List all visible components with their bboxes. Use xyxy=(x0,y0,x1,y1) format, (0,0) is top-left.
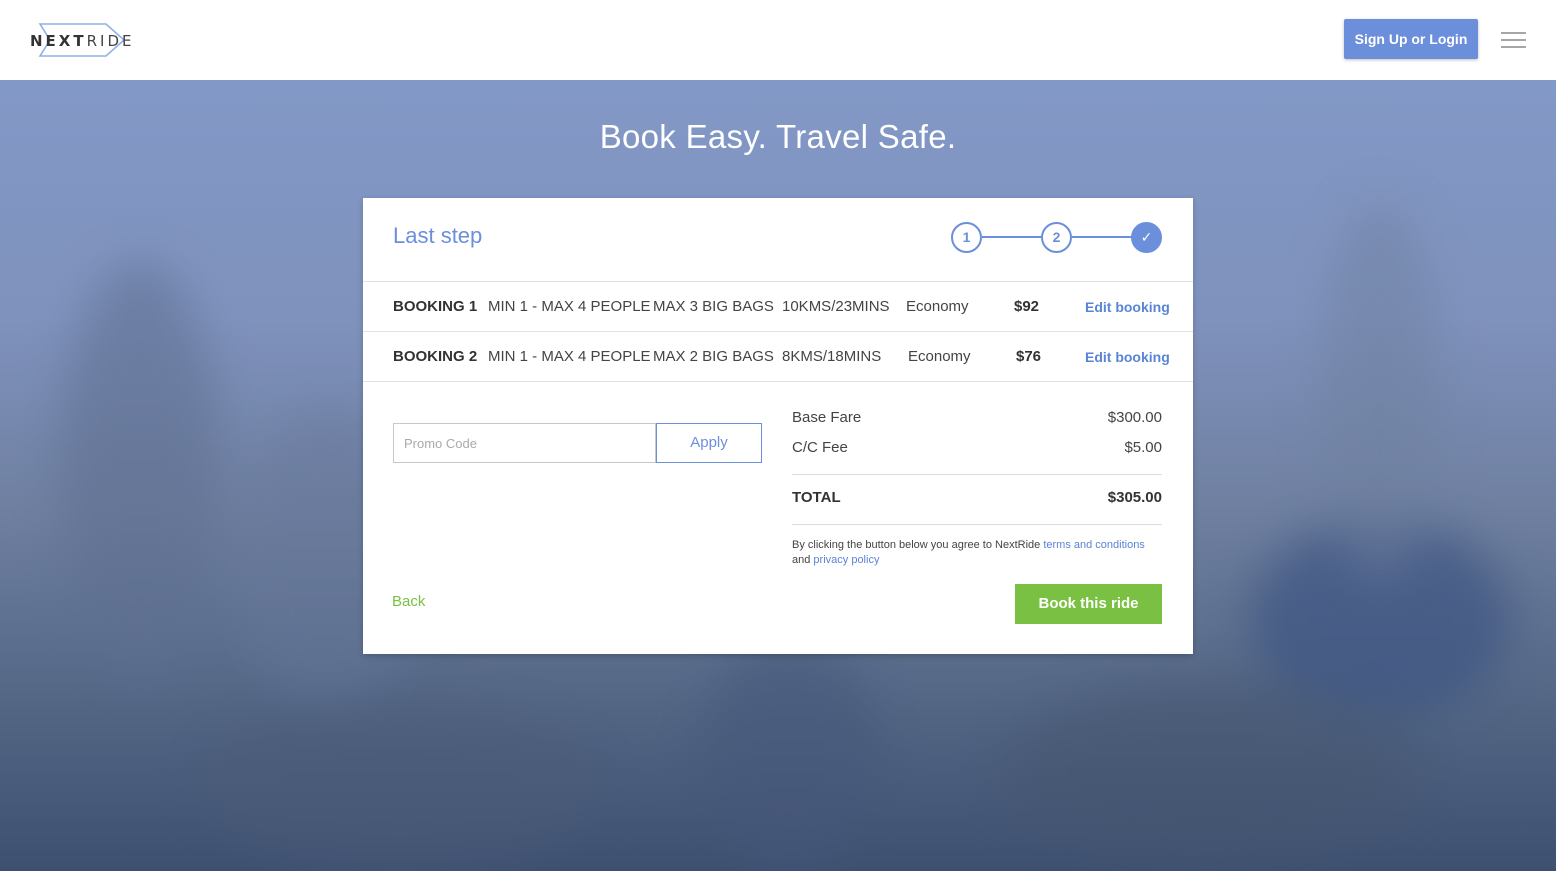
booking-price: $92 xyxy=(1014,298,1040,315)
booking-summary-card: Last step 1 2 ✓ BOOKING 1 MIN 1 - MAX 4 … xyxy=(363,198,1193,654)
total-label: TOTAL xyxy=(792,489,841,506)
step-connector xyxy=(982,236,1042,238)
book-this-ride-button[interactable]: Book this ride xyxy=(1015,584,1162,624)
logo-text-ride: RIDE xyxy=(86,32,135,50)
base-fare-label: Base Fare xyxy=(792,409,862,426)
step-1[interactable]: 1 xyxy=(951,222,982,253)
signup-login-button[interactable]: Sign Up or Login xyxy=(1344,19,1478,59)
terms-and-text: and xyxy=(792,554,814,566)
fare-fee-row: C/C Fee $5.00 xyxy=(792,439,1162,459)
booking-distance: 10KMS/23MINS xyxy=(782,298,890,315)
hamburger-menu-icon[interactable] xyxy=(1501,32,1526,48)
booking-people: MIN 1 - MAX 4 PEOPLE xyxy=(488,298,651,315)
progress-stepper: 1 2 ✓ xyxy=(951,222,1163,254)
terms-notice: By clicking the button below you agree t… xyxy=(792,538,1172,568)
booking-people: MIN 1 - MAX 4 PEOPLE xyxy=(488,348,651,365)
hero-headline: Book Easy. Travel Safe. xyxy=(599,118,957,155)
back-link[interactable]: Back xyxy=(392,593,425,610)
booking-bags: MAX 3 BIG BAGS xyxy=(653,298,774,315)
step-connector xyxy=(1072,236,1132,238)
privacy-policy-link[interactable]: privacy policy xyxy=(813,554,879,566)
fare-divider xyxy=(792,474,1162,475)
logo-text-next: NEXT xyxy=(30,32,87,50)
divider xyxy=(363,381,1193,382)
booking-row: BOOKING 1 MIN 1 - MAX 4 PEOPLE MAX 3 BIG… xyxy=(363,282,1193,332)
booking-row: BOOKING 2 MIN 1 - MAX 4 PEOPLE MAX 2 BIG… xyxy=(363,332,1193,382)
booking-class: Economy xyxy=(906,298,969,315)
apply-promo-button[interactable]: Apply xyxy=(656,423,762,463)
step-2[interactable]: 2 xyxy=(1041,222,1072,253)
terms-and-conditions-link[interactable]: terms and conditions xyxy=(1043,539,1145,551)
top-header: NEXTRIDE Sign Up or Login xyxy=(0,0,1556,80)
edit-booking-link[interactable]: Edit booking xyxy=(1085,282,1170,332)
booking-label: BOOKING 1 xyxy=(393,298,478,315)
fare-base-row: Base Fare $300.00 xyxy=(792,409,1162,429)
promo-code-input[interactable] xyxy=(393,423,656,463)
terms-text: By clicking the button below you agree t… xyxy=(792,539,1044,551)
edit-booking-link[interactable]: Edit booking xyxy=(1085,332,1170,382)
fare-total-row: TOTAL $305.00 xyxy=(792,489,1162,509)
step-complete-check-icon: ✓ xyxy=(1131,222,1162,253)
booking-class: Economy xyxy=(908,348,971,365)
cc-fee-label: C/C Fee xyxy=(792,439,848,456)
booking-label: BOOKING 2 xyxy=(393,348,478,365)
cc-fee-value: $5.00 xyxy=(1124,439,1162,456)
logo-wordmark: NEXTRIDE xyxy=(30,32,134,50)
booking-bags: MAX 2 BIG BAGS xyxy=(653,348,774,365)
booking-distance: 8KMS/18MINS xyxy=(782,348,882,365)
nextride-logo[interactable]: NEXTRIDE xyxy=(28,22,131,58)
booking-price: $76 xyxy=(1016,348,1042,365)
fare-divider xyxy=(792,524,1162,525)
total-value: $305.00 xyxy=(1107,489,1162,506)
base-fare-value: $300.00 xyxy=(1107,409,1162,426)
card-title: Last step xyxy=(393,223,483,248)
